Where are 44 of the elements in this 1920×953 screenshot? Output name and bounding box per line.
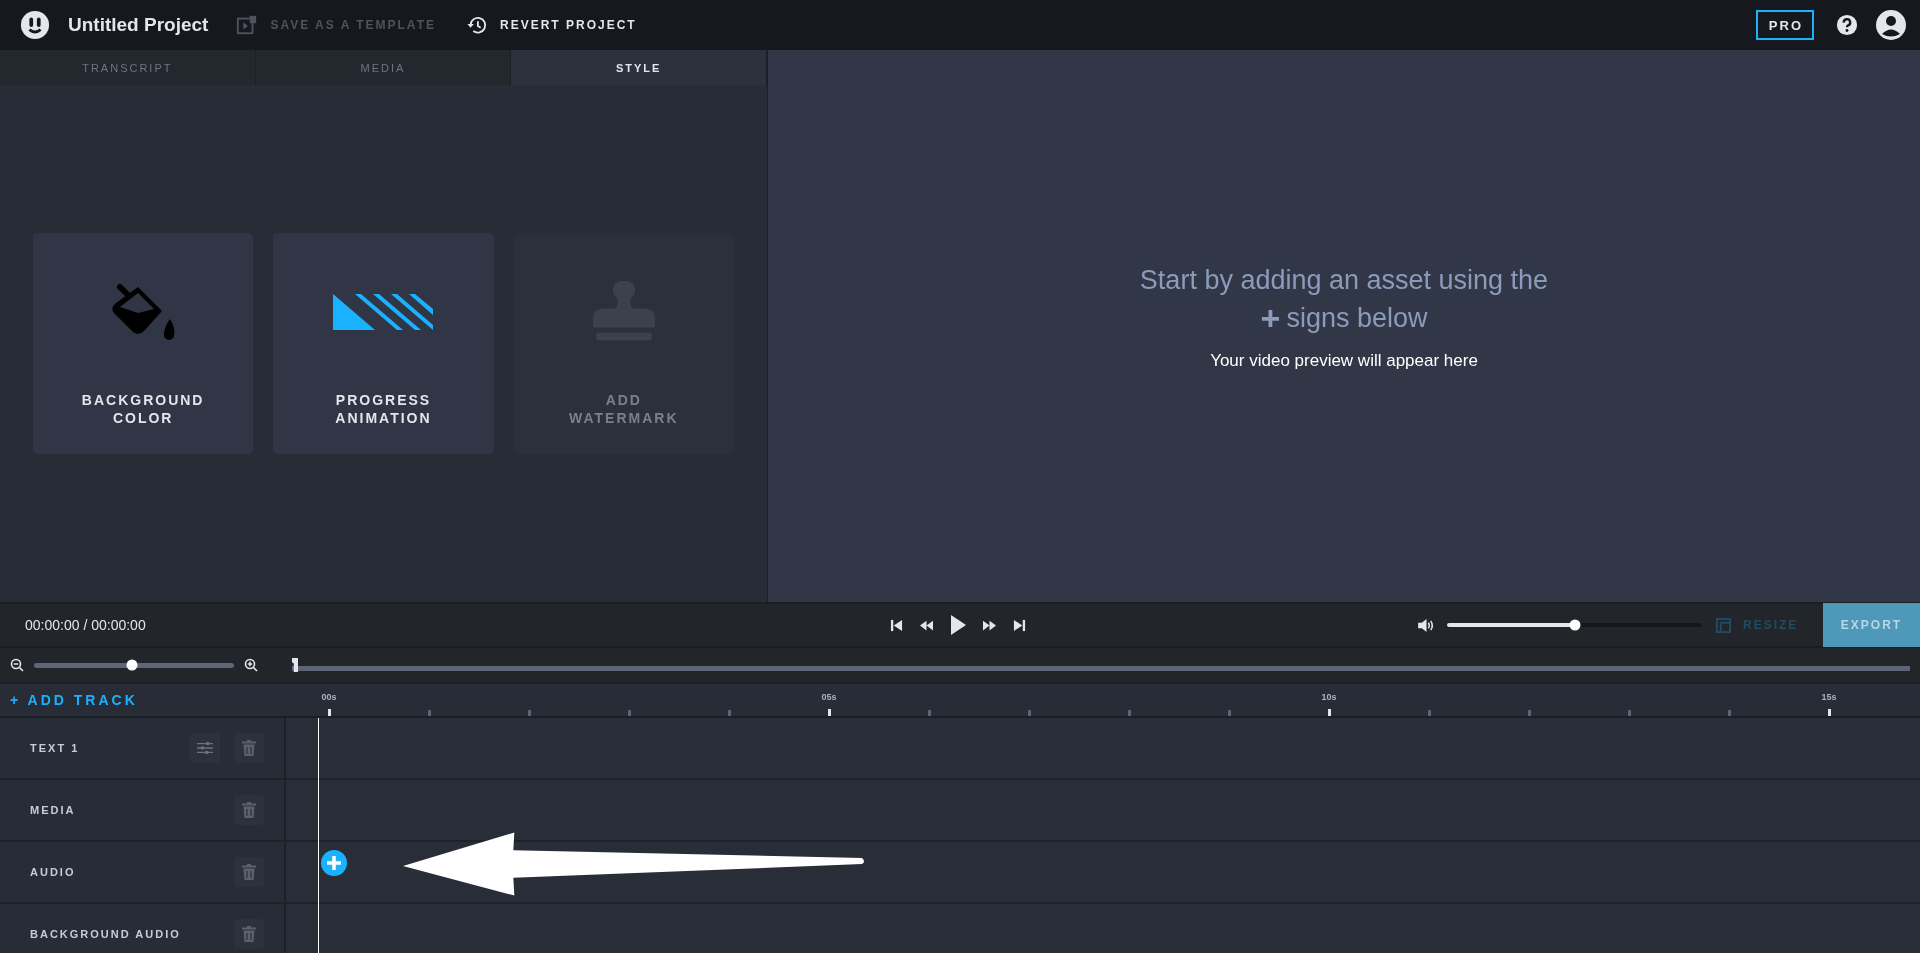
time-label: 15s <box>1821 692 1837 702</box>
play-icon[interactable] <box>950 615 966 635</box>
style-option-card[interactable]: PROGRESS ANIMATION <box>273 233 494 454</box>
track-name: BACKGROUND AUDIO <box>30 928 182 940</box>
add-track-button[interactable]: + ADD TRACK <box>10 692 138 708</box>
project-title[interactable]: Untitled Project <box>68 14 209 36</box>
time-display: 00:00:00 / 00:00:00 <box>25 617 147 633</box>
time-ruler[interactable]: 00s 05s 10s 15s <box>298 684 1920 716</box>
time-label: 00s <box>321 692 337 702</box>
trash-icon <box>241 926 257 942</box>
trash-icon <box>241 802 257 818</box>
logo-icon[interactable] <box>20 10 50 40</box>
sliders-icon <box>197 740 213 756</box>
preview-note: Your video preview will appear here <box>1210 351 1478 371</box>
revert-project-button[interactable]: REVERT PROJECT <box>465 14 637 36</box>
fast-forward-icon[interactable] <box>983 618 996 632</box>
track-name: TEXT 1 <box>30 742 81 754</box>
rewind-icon[interactable] <box>920 618 933 632</box>
preview-headline: Start by adding an asset using the <box>1139 264 1549 297</box>
time-label: 10s <box>1321 692 1337 702</box>
add-asset-icon[interactable] <box>321 850 347 876</box>
style-option-card[interactable]: BACKGROUND COLOR <box>33 233 254 454</box>
zoom-in-icon[interactable] <box>244 658 258 672</box>
zoom-out-icon[interactable] <box>10 658 24 672</box>
user-avatar-icon[interactable] <box>1876 10 1906 40</box>
trash-icon <box>241 740 257 756</box>
time-label: 05s <box>821 692 837 702</box>
history-icon <box>465 14 488 36</box>
settings-button[interactable] <box>190 733 220 763</box>
pro-badge[interactable]: PRO <box>1755 10 1814 40</box>
skip-forward-icon[interactable] <box>1013 618 1026 632</box>
resize-icon <box>1716 617 1731 633</box>
track-name: AUDIO <box>30 866 77 878</box>
trash-icon <box>241 864 257 880</box>
help-icon[interactable] <box>1836 14 1858 36</box>
volume-icon[interactable] <box>1418 618 1435 632</box>
video-file-icon <box>236 14 259 36</box>
track-name: MEDIA <box>30 804 77 816</box>
zoom-slider[interactable] <box>34 662 234 668</box>
preview-headline: signs below <box>1286 302 1428 335</box>
skip-back-icon[interactable] <box>890 618 903 632</box>
tab[interactable]: STYLE <box>511 50 767 85</box>
progress-stripes-icon <box>333 293 434 330</box>
plus-sign: + <box>1260 299 1281 337</box>
